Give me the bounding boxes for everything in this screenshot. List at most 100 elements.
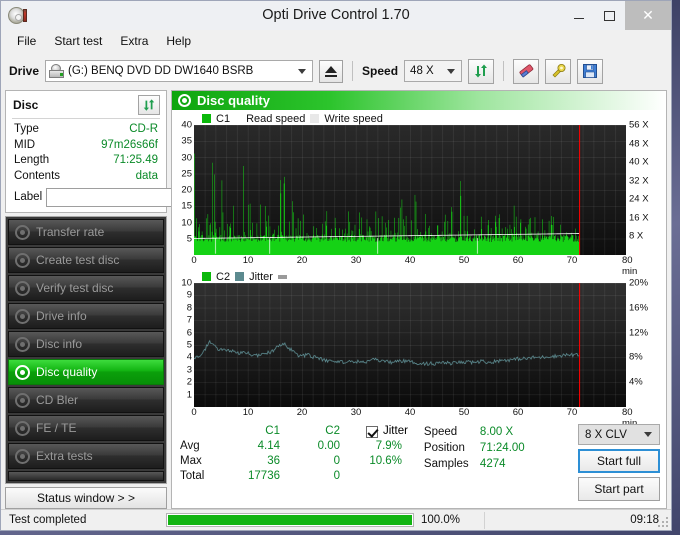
- jitter-header: Jitter: [366, 424, 408, 439]
- disc-row-key: Type: [14, 123, 39, 135]
- status-divider: [484, 511, 485, 529]
- axis-tick-label: 32 X: [629, 175, 649, 187]
- page-title: Disc quality: [197, 93, 270, 108]
- jitter-checkbox[interactable]: [366, 425, 378, 438]
- test-speed-select[interactable]: 8 X CLV: [578, 424, 660, 445]
- disc-panel-header: Disc: [10, 94, 162, 118]
- disc-row-type: Type CD-R: [10, 122, 162, 138]
- table-header-row: C1 C2: [180, 424, 344, 439]
- axis-tick-label: 4%: [629, 376, 643, 388]
- disc-quality-icon: [178, 94, 191, 107]
- resize-grip[interactable]: [658, 517, 668, 527]
- erase-button[interactable]: [513, 58, 540, 84]
- axis-tick-label: 0: [191, 407, 197, 418]
- table-row: Avg 4.14 0.00: [180, 439, 344, 454]
- menu-item-start-test[interactable]: Start test: [46, 31, 110, 51]
- disc-icon: [15, 448, 30, 464]
- sidebar-item-extra-tests[interactable]: Extra tests: [8, 443, 164, 469]
- disc-row-length: Length 71:25.49: [10, 153, 162, 169]
- speed-label: Speed: [362, 64, 399, 78]
- legend-swatch-jitter: [235, 272, 245, 281]
- toolbar-divider-1: [352, 61, 354, 81]
- eraser-icon: [519, 64, 533, 78]
- axis-tick-label: 10: [181, 277, 192, 289]
- axis-tick-label: 30: [181, 152, 192, 163]
- stats-max-c1: 36: [267, 455, 280, 467]
- status-window-button[interactable]: Status window > >: [5, 487, 167, 509]
- start-full-button[interactable]: Start full: [578, 449, 660, 473]
- sidebar-item-fe-te[interactable]: FE / TE: [8, 415, 164, 441]
- axis-tick-label: 12%: [629, 327, 649, 339]
- axis-tick-label: 50: [458, 255, 470, 266]
- status-bar: Test completed 100.0% 09:18: [1, 509, 671, 530]
- disc-refresh-button[interactable]: [138, 95, 160, 115]
- disc-icon: [15, 392, 30, 408]
- sidebar-item-disc-quality[interactable]: Disc quality: [8, 359, 164, 385]
- c2-y-axis-labels: 1 2 3 4 5 6 7 8 9 10: [174, 278, 194, 407]
- legend-label-jitter: Jitter: [249, 270, 273, 283]
- status-message: Test completed: [9, 514, 87, 526]
- eject-icon: [325, 65, 338, 73]
- chevron-down-icon: [298, 68, 307, 74]
- table-row: Total 17736 0: [180, 469, 344, 484]
- disc-icon: [15, 420, 30, 436]
- start-part-button[interactable]: Start part: [578, 477, 660, 501]
- refresh-arrows-icon: [475, 64, 488, 78]
- axis-tick-label: 8 X: [629, 230, 644, 242]
- sidebar-item-cd-bler[interactable]: CD Bler: [8, 387, 164, 413]
- axis-tick-label: 7: [186, 314, 192, 326]
- sidebar-item-verify-test-disc[interactable]: Verify test disc: [8, 275, 164, 301]
- axis-tick-label: 56 X: [629, 119, 649, 131]
- c1-y-axis-labels: 5 10 15 20 25 30 35 40: [174, 120, 194, 255]
- axis-tick-label: 4: [186, 351, 192, 363]
- title-bar: Opti Drive Control 1.70 ✕: [1, 1, 671, 30]
- readout-key: Speed: [423, 426, 458, 438]
- test-nav-list: Transfer rate Create test disc Verify te…: [5, 216, 167, 484]
- stats-row-label: Avg: [180, 440, 200, 452]
- legend-label-c2: C2: [216, 270, 231, 283]
- menu-bar: File Start test Extra Help: [1, 30, 671, 52]
- c1-plot[interactable]: [194, 125, 626, 255]
- disc-row-key: MID: [14, 138, 36, 151]
- c2-legend: C2 Jitter: [174, 270, 664, 283]
- axis-tick-label: 70: [566, 407, 578, 418]
- stats-total-c1: 17736: [248, 470, 280, 482]
- sidebar-item-drive-info[interactable]: Drive info: [8, 303, 164, 329]
- menu-item-extra[interactable]: Extra: [112, 31, 156, 51]
- axis-tick-label: 80 min: [622, 255, 638, 277]
- readout-value-samples: 4274: [479, 458, 506, 470]
- axis-tick-label: 5: [186, 339, 192, 351]
- disc-row-value: 71:25.49: [113, 154, 158, 166]
- jitter-stats: Jitter 7.9% 10.6%: [366, 424, 408, 504]
- progress-percent: 100.0%: [421, 514, 461, 526]
- sidebar-item-create-test-disc[interactable]: Create test disc: [8, 247, 164, 273]
- sidebar-item-label: Disc quality: [36, 365, 98, 379]
- sidebar-item-disc-info[interactable]: Disc info: [8, 331, 164, 357]
- axis-tick-label: 2: [186, 376, 192, 388]
- menu-item-file[interactable]: File: [9, 31, 44, 51]
- drive-label: Drive: [9, 64, 40, 78]
- save-button[interactable]: [577, 58, 604, 84]
- drive-select-value: (G:) BENQ DVD DD DW1640 BSRB: [68, 65, 254, 77]
- c2-plot[interactable]: [194, 283, 626, 407]
- toolbar-divider-2: [503, 61, 505, 81]
- legend-swatch-c1: [202, 114, 211, 123]
- disc-label-row: Label: [10, 184, 251, 208]
- stats-col-c2: C2: [325, 425, 340, 437]
- c2-plot-row: 1 2 3 4 5 6 7 8 9 10 4% 8% 12% 16% 20%: [174, 278, 664, 407]
- tools-button[interactable]: [545, 58, 572, 84]
- disc-row-mid: MID 97m26s66f: [10, 138, 162, 154]
- drive-select[interactable]: (G:) BENQ DVD DD DW1640 BSRB: [45, 60, 314, 82]
- sidebar-item-transfer-rate[interactable]: Transfer rate: [8, 219, 164, 245]
- menu-item-help[interactable]: Help: [158, 31, 199, 51]
- legend-label-read-speed: Read speed: [246, 112, 306, 125]
- progress-bar: [166, 513, 414, 527]
- refresh-button[interactable]: [468, 58, 495, 84]
- axis-tick-label: 25: [181, 168, 192, 180]
- axis-tick-label: 70: [566, 255, 578, 266]
- speed-select[interactable]: 48 X: [404, 60, 463, 82]
- eject-button[interactable]: [319, 59, 344, 83]
- readout-row-position: Position 71:24.00: [424, 440, 525, 456]
- sidebar-item-label: Create test disc: [36, 253, 120, 267]
- sidebar-item-label: Transfer rate: [36, 225, 105, 239]
